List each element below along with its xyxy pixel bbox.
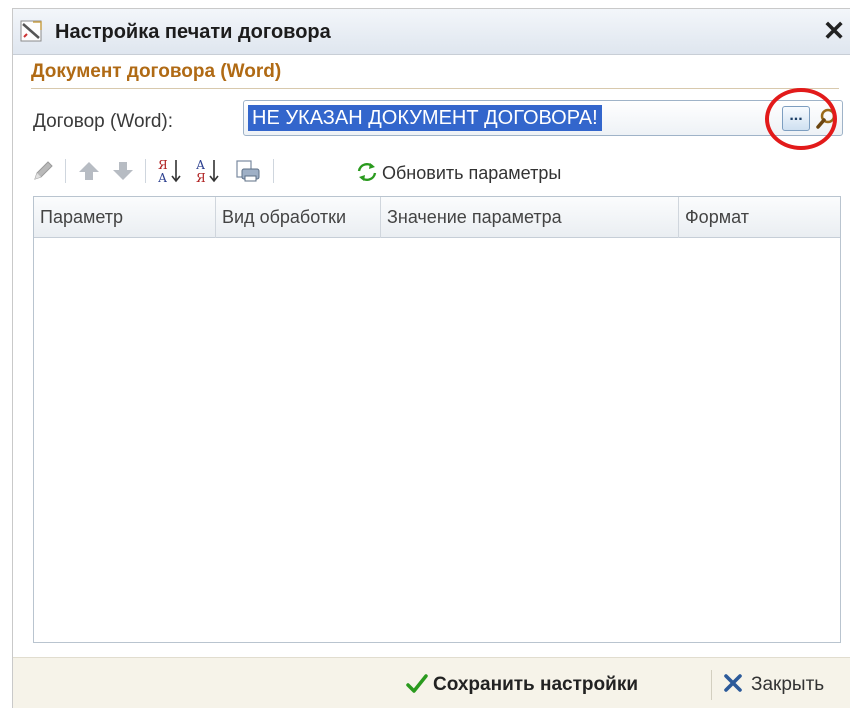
grid-toolbar: Я А А Я Обновить параметры [27, 151, 843, 191]
edit-icon[interactable] [29, 157, 57, 185]
svg-text:А: А [158, 171, 167, 185]
magnifier-icon[interactable] [814, 106, 840, 132]
close-icon [724, 674, 742, 692]
contract-document-input[interactable]: НЕ УКАЗАН ДОКУМЕНТ ДОГОВОРА! ... [243, 100, 843, 136]
window-title: Настройка печати договора [55, 21, 331, 43]
column-header-format[interactable]: Формат [679, 197, 840, 238]
column-header-parameter[interactable]: Параметр [34, 197, 216, 238]
table-header: Параметр Вид обработки Значение параметр… [34, 197, 840, 238]
save-settings-label: Сохранить настройки [433, 674, 639, 695]
choose-document-button[interactable]: ... [782, 106, 810, 131]
refresh-icon[interactable] [355, 160, 379, 184]
toolbar-separator [65, 159, 66, 183]
svg-text:А: А [196, 158, 205, 172]
group-title-document: Документ договора (Word) [31, 61, 282, 82]
contract-document-value[interactable]: НЕ УКАЗАН ДОКУМЕНТ ДОГОВОРА! [248, 105, 602, 131]
move-up-icon[interactable] [75, 157, 103, 185]
print-preview-icon[interactable] [233, 157, 263, 185]
parameters-table[interactable]: Параметр Вид обработки Значение параметр… [33, 196, 841, 643]
group-divider [31, 88, 839, 89]
title-bar: Настройка печати договора ✕ [13, 9, 850, 55]
move-down-icon[interactable] [109, 157, 137, 185]
print-settings-window: Настройка печати договора ✕ Документ дог… [12, 8, 850, 708]
contract-document-label: Договор (Word): [33, 111, 174, 132]
column-header-parameter-value[interactable]: Значение параметра [381, 197, 679, 238]
svg-text:Я: Я [196, 171, 206, 185]
sort-asc-icon[interactable]: А Я [193, 157, 223, 185]
toolbar-separator [145, 159, 146, 183]
refresh-parameters-button[interactable]: Обновить параметры [382, 163, 561, 184]
close-dialog-label: Закрыть [751, 674, 825, 695]
column-header-processing-type[interactable]: Вид обработки [216, 197, 381, 238]
footer-separator [711, 670, 712, 700]
sort-desc-icon[interactable]: Я А [155, 157, 185, 185]
checkmark-icon [406, 674, 428, 693]
close-window-button[interactable]: ✕ [821, 17, 847, 45]
svg-text:Я: Я [158, 158, 168, 172]
dialog-footer: Сохранить настройки Закрыть [13, 657, 850, 708]
toolbar-separator [273, 159, 274, 183]
pencil-ruler-icon [20, 20, 42, 42]
